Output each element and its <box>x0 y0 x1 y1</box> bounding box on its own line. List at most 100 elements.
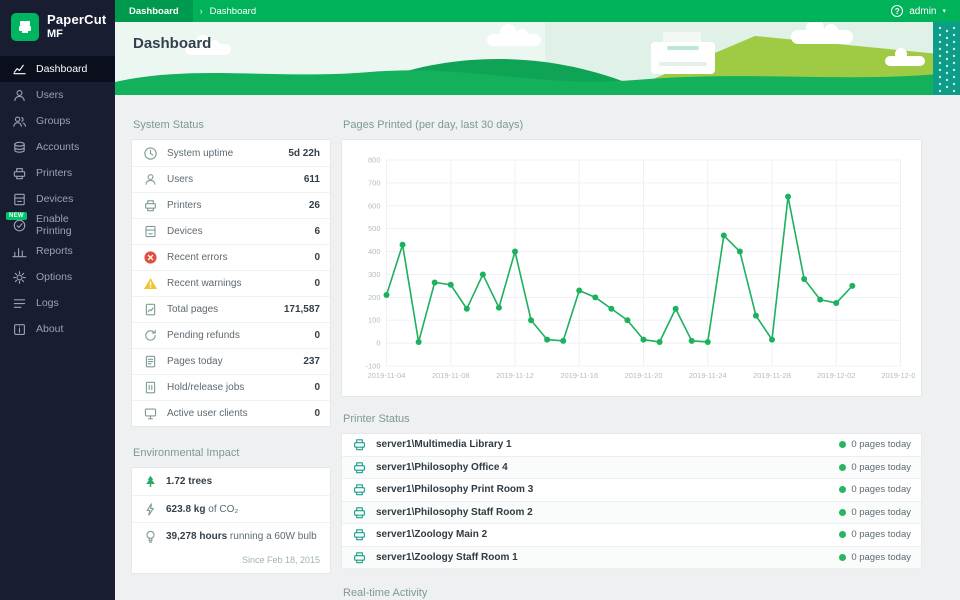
chevron-right-icon: › <box>199 6 203 16</box>
printer-icon <box>352 550 367 565</box>
printer-row[interactable]: server1\Philosophy Staff Room 2 0 pages … <box>342 501 921 524</box>
pages-chart-icon <box>142 302 158 318</box>
sidebar-item-logs[interactable]: Logs <box>0 290 115 316</box>
device-icon <box>12 192 27 207</box>
printer-icon <box>352 527 367 542</box>
logs-icon <box>12 296 27 311</box>
pages-chart: -100 0 100 200 300 400 500 600 700 800 2019-11-04 2… <box>365 156 915 381</box>
sidebar-item-label: Options <box>36 271 73 283</box>
sidebar-item-devices[interactable]: Devices <box>0 186 115 212</box>
status-dot <box>839 441 847 449</box>
sidebar-item-accounts[interactable]: Accounts <box>0 134 115 160</box>
sidebar-item-label: About <box>36 323 64 335</box>
status-row-active-clients: Active user clients 0 <box>132 400 330 426</box>
svg-text:2019-12-06: 2019-12-06 <box>881 371 915 380</box>
lightning-icon <box>142 501 158 517</box>
status-dot <box>839 486 847 494</box>
status-row-devices: Devices 6 <box>132 218 330 244</box>
clock-icon <box>142 145 158 161</box>
sidebar-item-enable-printing[interactable]: NEW Enable Printing <box>0 212 115 238</box>
logo-subtitle: MF <box>47 28 63 41</box>
printer-row[interactable]: server1\Multimedia Library 1 0 pages tod… <box>342 434 921 457</box>
refund-icon <box>142 328 158 344</box>
svg-text:200: 200 <box>368 293 381 302</box>
sidebar-item-label: Groups <box>36 115 71 127</box>
svg-text:2019-11-16: 2019-11-16 <box>560 371 598 380</box>
printer-status-title: Printer Status <box>343 413 410 425</box>
error-icon <box>142 250 158 266</box>
status-row-users: Users 611 <box>132 166 330 192</box>
sidebar-item-label: Printers <box>36 167 73 179</box>
svg-text:-100: -100 <box>365 362 380 371</box>
bulb-icon <box>142 528 158 544</box>
printer-row[interactable]: server1\Zoology Main 2 0 pages today <box>342 524 921 547</box>
sidebar-item-label: Devices <box>36 193 74 205</box>
svg-text:700: 700 <box>368 178 381 187</box>
status-dot <box>839 553 847 561</box>
reports-icon <box>12 244 27 259</box>
status-row-refunds: Pending refunds 0 <box>132 322 330 348</box>
sidebar-item-label: Accounts <box>36 141 80 153</box>
svg-text:2019-11-08: 2019-11-08 <box>432 371 470 380</box>
printer-row[interactable]: server1\Zoology Staff Room 1 0 pages tod… <box>342 546 921 569</box>
printer-icon <box>352 505 367 520</box>
new-badge: NEW <box>6 212 27 220</box>
pages-printed-card: -100 0 100 200 300 400 500 600 700 800 2019-11-04 2… <box>341 139 922 397</box>
svg-text:800: 800 <box>368 156 381 165</box>
realtime-activity-title: Real-time Activity <box>343 587 428 599</box>
sidebar-item-printers[interactable]: Printers <box>0 160 115 186</box>
svg-text:2019-11-12: 2019-11-12 <box>496 371 534 380</box>
printer-row[interactable]: server1\Philosophy Print Room 3 0 pages … <box>342 479 921 502</box>
pages-printed-title: Pages Printed (per day, last 30 days) <box>343 119 524 131</box>
svg-text:2019-12-02: 2019-12-02 <box>817 371 855 380</box>
sidebar-item-label: Logs <box>36 297 59 309</box>
status-row-errors: Recent errors 0 <box>132 244 330 270</box>
sidebar-item-reports[interactable]: Reports <box>0 238 115 264</box>
svg-text:2019-11-04: 2019-11-04 <box>368 371 406 380</box>
status-row-uptime: System uptime 5d 22h <box>132 140 330 166</box>
warning-icon <box>142 276 158 292</box>
sidebar-item-about[interactable]: About <box>0 316 115 342</box>
user-icon <box>142 172 158 188</box>
status-dot <box>839 531 847 539</box>
svg-text:100: 100 <box>368 316 381 325</box>
printer-icon <box>12 166 27 181</box>
device-icon <box>142 224 158 240</box>
sidebar-item-users[interactable]: Users <box>0 82 115 108</box>
monitor-icon <box>142 406 158 422</box>
env-row-bulb: 39,278 hours running a 60W bulb <box>132 522 330 549</box>
status-row-pages-today: Pages today 237 <box>132 348 330 374</box>
status-dot <box>839 463 847 471</box>
svg-text:2019-11-24: 2019-11-24 <box>689 371 727 380</box>
app-logo[interactable]: PaperCut MF <box>0 0 115 56</box>
sidebar-item-groups[interactable]: Groups <box>0 108 115 134</box>
info-icon <box>12 322 27 337</box>
sidebar-item-dashboard[interactable]: Dashboard <box>0 56 115 82</box>
page-icon <box>142 354 158 370</box>
tree-icon <box>142 474 158 490</box>
environmental-impact-title: Environmental Impact <box>133 447 240 459</box>
breadcrumb-current: Dashboard <box>209 5 257 17</box>
gear-icon <box>12 270 27 285</box>
env-row-trees: 1.72 trees <box>132 468 330 495</box>
banner-illustration <box>115 22 960 95</box>
svg-text:400: 400 <box>368 247 381 256</box>
system-status-card: System uptime 5d 22h Users 611 Printers … <box>131 139 331 427</box>
user-icon <box>12 88 27 103</box>
help-icon[interactable]: ? <box>891 5 904 17</box>
environmental-impact-card: 1.72 trees 623.8 kg of CO₂ 39,278 hours … <box>131 467 331 574</box>
printer-status-list: server1\Multimedia Library 1 0 pages tod… <box>341 433 922 569</box>
breadcrumb-root[interactable]: Dashboard <box>115 0 193 22</box>
status-row-printers: Printers 26 <box>132 192 330 218</box>
system-status-title: System Status <box>133 119 204 131</box>
main-content: System Status System uptime 5d 22h Users… <box>115 95 960 600</box>
svg-text:500: 500 <box>368 224 381 233</box>
logo-title: PaperCut <box>47 12 107 28</box>
user-menu[interactable]: admin <box>909 6 936 17</box>
papercut-logo-icon <box>11 13 39 41</box>
sidebar-item-label: Enable Printing <box>36 213 72 237</box>
printer-row[interactable]: server1\Philosophy Office 4 0 pages toda… <box>342 456 921 479</box>
svg-text:600: 600 <box>368 201 381 210</box>
sidebar-item-options[interactable]: Options <box>0 264 115 290</box>
group-icon <box>12 114 27 129</box>
